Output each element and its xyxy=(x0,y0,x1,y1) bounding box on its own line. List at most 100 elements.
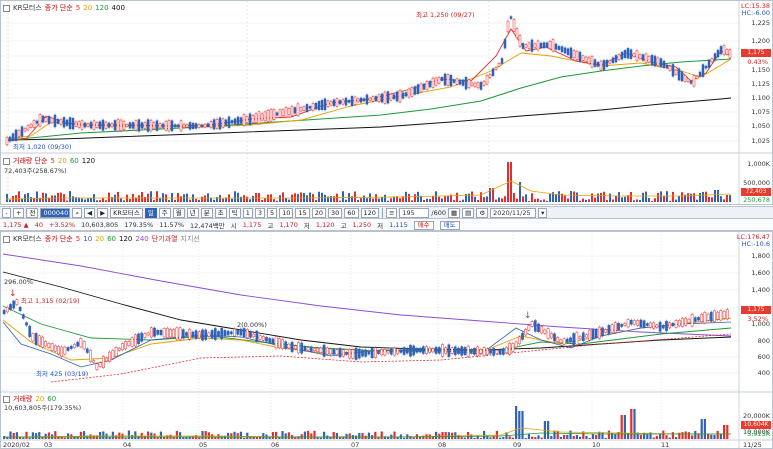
minute-30-button[interactable]: 30 xyxy=(327,207,343,218)
volume-bar xyxy=(726,425,729,439)
volume-bar xyxy=(707,433,710,439)
candle-body xyxy=(449,75,453,87)
candle-body xyxy=(389,348,393,355)
candle-body xyxy=(645,323,649,326)
intraday-chart-canvas[interactable] xyxy=(1,1,773,205)
candle-body xyxy=(347,99,351,103)
candle-body xyxy=(173,124,177,128)
period-tick-button[interactable]: 틱 xyxy=(228,207,241,218)
volume-bar xyxy=(720,196,722,202)
volume-bar xyxy=(508,436,511,439)
date-picker-icon[interactable]: ▾ xyxy=(538,207,548,218)
stock-name-field[interactable]: KR모터스 xyxy=(110,207,143,218)
volume-bar xyxy=(281,431,284,439)
period-month-button[interactable]: 월 xyxy=(172,207,185,218)
period-week-button[interactable]: 주 xyxy=(158,207,171,218)
period-year-button[interactable]: 년 xyxy=(186,207,199,218)
candle-body xyxy=(47,343,51,348)
volume-bar xyxy=(620,415,623,439)
zoom-out-button[interactable]: - xyxy=(2,207,11,218)
prev-arrow-icon[interactable]: ◀ xyxy=(84,207,96,218)
candle-body xyxy=(249,331,252,338)
period-minute-button[interactable]: 분 xyxy=(200,207,213,218)
candle-body xyxy=(476,346,480,357)
volume-bar xyxy=(595,435,598,439)
toolbar-divider xyxy=(381,207,383,218)
volume-bar xyxy=(614,433,617,439)
minute-15-button[interactable]: 15 xyxy=(295,207,310,218)
minute-60-button[interactable]: 60 xyxy=(344,207,359,218)
candle-body xyxy=(275,112,279,116)
candle-body xyxy=(218,117,222,130)
minute-3-button[interactable]: 3 xyxy=(254,207,265,218)
candle-body xyxy=(591,329,595,340)
candle-body xyxy=(261,336,265,341)
volume-bar xyxy=(268,437,271,439)
volume-bar xyxy=(681,432,684,439)
candle-body xyxy=(215,118,219,129)
count-input[interactable]: 195 xyxy=(399,207,430,218)
svg-text:↓: ↓ xyxy=(9,289,17,299)
candle-body xyxy=(425,346,428,354)
daily-chart-canvas[interactable]: ↓ ↓ xyxy=(1,232,773,449)
candle-body xyxy=(170,120,174,132)
candle-body xyxy=(365,94,369,105)
volume-bar xyxy=(378,198,380,202)
minute-10-button[interactable]: 10 xyxy=(279,207,294,218)
sell-button[interactable]: 매도 xyxy=(439,220,460,230)
minute-20-button[interactable]: 20 xyxy=(311,207,326,218)
candle-body xyxy=(263,111,267,122)
buy-button[interactable]: 매수 xyxy=(413,220,434,230)
candle-body xyxy=(153,327,156,337)
volume-bar xyxy=(558,191,560,202)
candle-body xyxy=(320,100,324,110)
volume-legend-checkbox[interactable] xyxy=(3,157,10,165)
candle-body xyxy=(593,59,597,67)
all-button[interactable]: 전 xyxy=(26,207,39,218)
volume-bar xyxy=(303,431,306,439)
candle-body xyxy=(485,75,489,85)
stock-code-input[interactable]: 000040 xyxy=(40,207,71,218)
candle-body xyxy=(377,351,380,354)
candle-body xyxy=(633,320,636,325)
candle-body xyxy=(455,78,459,85)
volume-bar xyxy=(693,193,695,202)
period-second-button[interactable]: 초 xyxy=(214,207,227,218)
volume-bar xyxy=(550,436,553,439)
candle-body xyxy=(371,96,375,102)
grid-icon[interactable]: ▦ xyxy=(448,207,461,218)
candle-body xyxy=(476,82,480,89)
zoom-in-button[interactable]: + xyxy=(13,207,25,218)
volume-bar xyxy=(21,198,23,202)
candle-body xyxy=(710,58,714,63)
daily-legend-extra2: 지지선 xyxy=(180,235,200,243)
volume-bar xyxy=(156,191,158,202)
candle-body xyxy=(23,128,27,132)
settings-icon[interactable]: ⚙ xyxy=(476,207,489,218)
minute-5-button[interactable]: 5 xyxy=(266,207,278,218)
candle-body xyxy=(491,68,495,76)
search-icon[interactable]: ⌕ xyxy=(72,207,83,218)
minute-1-button[interactable]: 1 xyxy=(242,207,253,218)
volume-bar xyxy=(201,430,204,439)
candle-body xyxy=(101,356,105,368)
list-icon[interactable]: ≡ xyxy=(385,207,398,218)
period-day-button[interactable]: 일 xyxy=(144,207,157,218)
daily-legend-checkbox[interactable] xyxy=(3,235,10,243)
daily-legend-5: 120 xyxy=(119,235,133,243)
next-arrow-icon[interactable]: ▶ xyxy=(97,207,109,218)
volume-bar xyxy=(435,431,438,439)
candle-body xyxy=(713,53,717,61)
date-input[interactable]: 2020/11/25 xyxy=(490,207,537,218)
candle-body xyxy=(578,51,582,62)
daily-legend-2: 10 xyxy=(83,235,93,243)
volume-bar xyxy=(579,200,581,202)
minute-120-button[interactable]: 120 xyxy=(360,207,379,218)
calendar-icon[interactable]: ▤ xyxy=(462,207,475,218)
volume-bar xyxy=(239,431,242,439)
candle-body xyxy=(693,317,697,322)
candle-body xyxy=(508,342,512,355)
volume-bar xyxy=(696,199,698,202)
legend-checkbox[interactable] xyxy=(3,4,10,12)
volume-bar xyxy=(147,431,150,439)
